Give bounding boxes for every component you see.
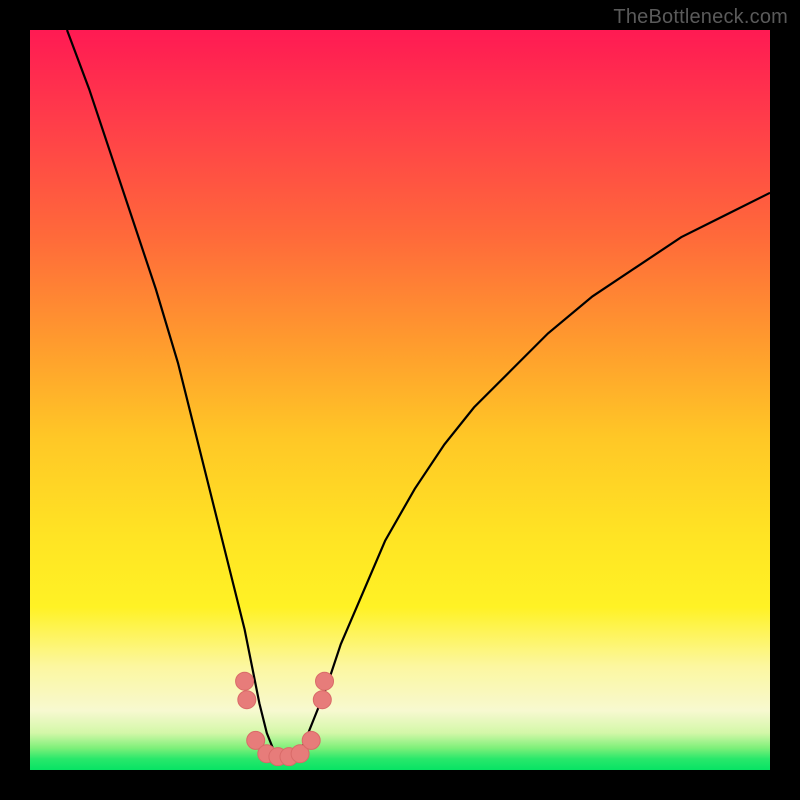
- chart-frame: TheBottleneck.com: [0, 0, 800, 800]
- curve-markers: [236, 672, 334, 765]
- bottleneck-curve: [30, 30, 770, 770]
- curve-marker: [236, 672, 254, 690]
- curve-marker: [302, 731, 320, 749]
- curve-marker: [316, 672, 334, 690]
- curve-marker: [313, 691, 331, 709]
- curve-marker: [238, 691, 256, 709]
- curve-path: [67, 30, 770, 757]
- plot-area: [30, 30, 770, 770]
- watermark-text: TheBottleneck.com: [613, 6, 788, 29]
